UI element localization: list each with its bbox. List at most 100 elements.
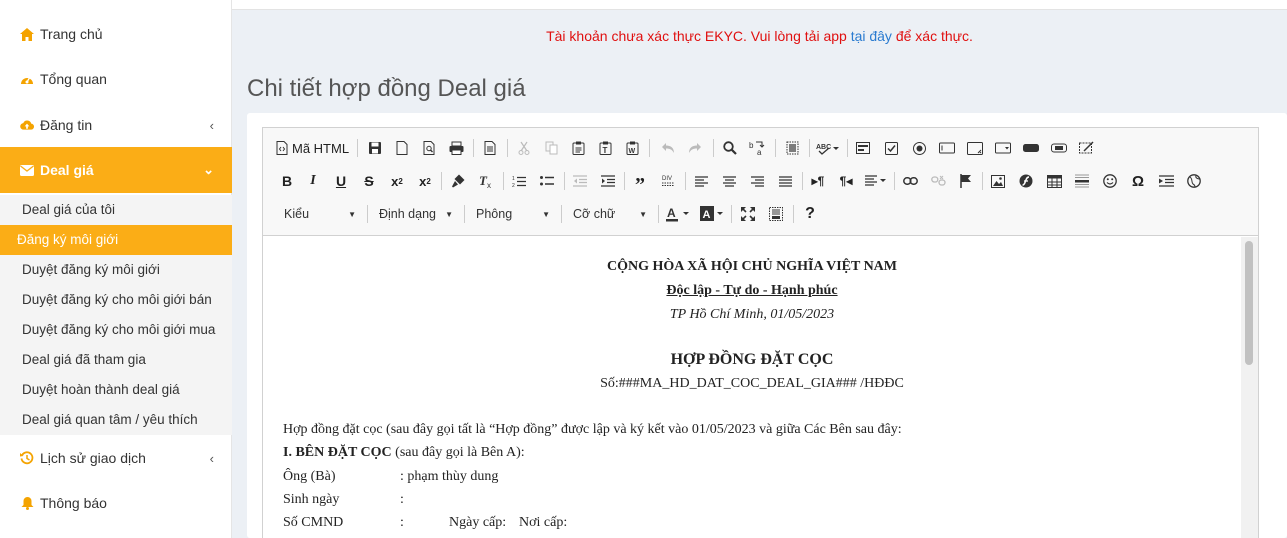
table-icon[interactable] xyxy=(1042,170,1066,192)
spellcheck-icon[interactable]: ABC xyxy=(813,137,843,159)
sidebar-item-notifications[interactable]: Thông báo xyxy=(0,489,232,517)
maximize-icon[interactable] xyxy=(736,203,760,225)
submenu-item[interactable]: Duyệt hoàn thành deal giá xyxy=(0,375,232,405)
bulleted-list-icon[interactable] xyxy=(535,170,559,192)
paste-word-icon[interactable]: W xyxy=(620,137,644,159)
dropdown-arrow-icon: ▼ xyxy=(445,209,453,219)
format-combo[interactable]: Định dạng ▼ xyxy=(371,203,459,225)
dropdown-arrow-icon: ▼ xyxy=(542,209,550,219)
rtl-direction-icon[interactable]: ¶◂ xyxy=(834,170,858,192)
smiley-icon[interactable] xyxy=(1098,170,1122,192)
submenu-item[interactable]: Duyệt đăng ký môi giới xyxy=(0,255,232,285)
italic-icon[interactable]: I xyxy=(302,170,324,192)
submenu-item[interactable]: Duyệt đăng ký cho môi giới mua xyxy=(0,315,232,345)
submenu-item[interactable]: Deal giá đã tham gia xyxy=(0,345,232,375)
copy-icon[interactable] xyxy=(539,137,563,159)
redo-icon[interactable] xyxy=(683,137,707,159)
bold-icon[interactable]: B xyxy=(276,170,298,192)
textarea-icon[interactable] xyxy=(963,137,987,159)
image-button-icon[interactable] xyxy=(1047,137,1071,159)
submenu-item-active[interactable]: Đăng ký môi giới xyxy=(0,225,232,255)
sidebar-item-history[interactable]: Lịch sử giao dịch ‹ xyxy=(0,444,232,472)
justify-icon[interactable] xyxy=(773,170,797,192)
nation-heading: CỘNG HÒA XÃ HỘI CHỦ NGHĨA VIỆT NAM xyxy=(606,259,897,274)
numbered-list-icon[interactable]: 12 xyxy=(507,170,531,192)
sidebar-item-overview[interactable]: Tổng quan xyxy=(0,65,232,93)
horizontal-rule-icon[interactable] xyxy=(1070,170,1094,192)
cut-icon[interactable] xyxy=(512,137,536,159)
sidebar: Trang chủ Tổng quan Đăng tin ‹ Deal giá … xyxy=(0,0,232,538)
scrollbar-thumb[interactable] xyxy=(1245,241,1253,365)
save-icon[interactable] xyxy=(363,137,387,159)
print-icon[interactable] xyxy=(444,137,468,159)
page-break-icon[interactable] xyxy=(1154,170,1178,192)
sidebar-item-post[interactable]: Đăng tin ‹ xyxy=(0,111,232,139)
submenu-item[interactable]: Deal giá quan tâm / yêu thích xyxy=(0,405,232,435)
flash-icon[interactable] xyxy=(1014,170,1038,192)
align-right-icon[interactable] xyxy=(745,170,769,192)
toolbar-separator xyxy=(561,205,562,223)
sidebar-item-home[interactable]: Trang chủ xyxy=(0,20,232,48)
underline-icon[interactable]: U xyxy=(330,170,352,192)
text-color-icon[interactable]: A xyxy=(663,203,693,225)
contract-number: Số:###MA_HD_DAT_COC_DEAL_GIA### /HĐĐC xyxy=(600,376,904,391)
decrease-indent-icon[interactable] xyxy=(568,170,592,192)
svg-text:a: a xyxy=(757,148,762,156)
paste-icon[interactable] xyxy=(566,137,590,159)
submenu-item[interactable]: Duyệt đăng ký cho môi giới bán xyxy=(0,285,232,315)
remove-format-icon[interactable]: Tx xyxy=(474,170,498,192)
image-icon[interactable] xyxy=(986,170,1010,192)
show-blocks-icon[interactable] xyxy=(764,203,788,225)
replace-icon[interactable]: ba xyxy=(745,137,769,159)
source-button[interactable]: Mã HTML xyxy=(276,137,352,159)
strikethrough-icon[interactable]: S xyxy=(358,170,380,192)
button-field-icon[interactable] xyxy=(1019,137,1043,159)
download-app-link[interactable]: tại đây xyxy=(851,28,892,44)
checkbox-icon[interactable] xyxy=(879,137,903,159)
anchor-flag-icon[interactable] xyxy=(954,170,978,192)
font-combo[interactable]: Phông ▼ xyxy=(468,203,556,225)
radio-icon[interactable] xyxy=(907,137,931,159)
select-all-icon[interactable] xyxy=(780,137,804,159)
ltr-direction-icon[interactable]: ▸¶ xyxy=(806,170,830,192)
templates-icon[interactable] xyxy=(478,137,502,159)
language-icon[interactable] xyxy=(862,170,890,192)
undo-icon[interactable] xyxy=(656,137,680,159)
font-size-combo[interactable]: Cỡ chữ ▼ xyxy=(565,203,653,225)
subscript-icon[interactable]: x2 xyxy=(385,170,409,192)
bell-icon xyxy=(20,496,34,510)
align-center-icon[interactable] xyxy=(717,170,741,192)
new-page-icon[interactable] xyxy=(390,137,414,159)
find-icon[interactable] xyxy=(718,137,742,159)
toolbar-separator xyxy=(685,172,686,190)
blockquote-icon[interactable]: ” xyxy=(628,170,652,196)
preview-icon[interactable] xyxy=(417,137,441,159)
superscript-icon[interactable]: x2 xyxy=(413,170,437,192)
id-value: : xyxy=(400,515,404,530)
contract-intro: Hợp đồng đặt cọc (sau đây gọi tất là “Hợ… xyxy=(283,422,902,437)
increase-indent-icon[interactable] xyxy=(596,170,620,192)
form-icon[interactable] xyxy=(851,137,875,159)
iframe-globe-icon[interactable] xyxy=(1182,170,1206,192)
text-field-icon[interactable] xyxy=(935,137,959,159)
style-combo[interactable]: Kiểu ▼ xyxy=(276,203,362,225)
align-left-icon[interactable] xyxy=(689,170,713,192)
select-field-icon[interactable] xyxy=(991,137,1015,159)
editor-scrollbar[interactable] xyxy=(1241,237,1258,538)
sidebar-item-deal-gia[interactable]: Deal giá ⌄ xyxy=(0,147,232,193)
toolbar-separator xyxy=(357,139,358,157)
help-icon[interactable]: ? xyxy=(798,203,822,225)
paste-text-icon[interactable]: T xyxy=(593,137,617,159)
issue-date-label: Ngày cấp: xyxy=(449,515,507,530)
hidden-field-icon[interactable] xyxy=(1075,137,1099,159)
submenu-item[interactable]: Deal giá của tôi xyxy=(0,195,232,225)
special-char-icon[interactable]: Ω xyxy=(1126,170,1150,192)
copy-format-icon[interactable] xyxy=(446,170,470,192)
div-container-icon[interactable]: DIV xyxy=(656,170,680,192)
background-color-icon[interactable]: A xyxy=(697,203,727,225)
dob-value: : xyxy=(400,492,404,507)
unlink-icon[interactable] xyxy=(926,170,950,192)
toolbar-separator xyxy=(441,172,442,190)
link-icon[interactable] xyxy=(898,170,922,192)
editor-content[interactable]: CỘNG HÒA XÃ HỘI CHỦ NGHĨA VIỆT NAM Độc l… xyxy=(263,237,1241,538)
